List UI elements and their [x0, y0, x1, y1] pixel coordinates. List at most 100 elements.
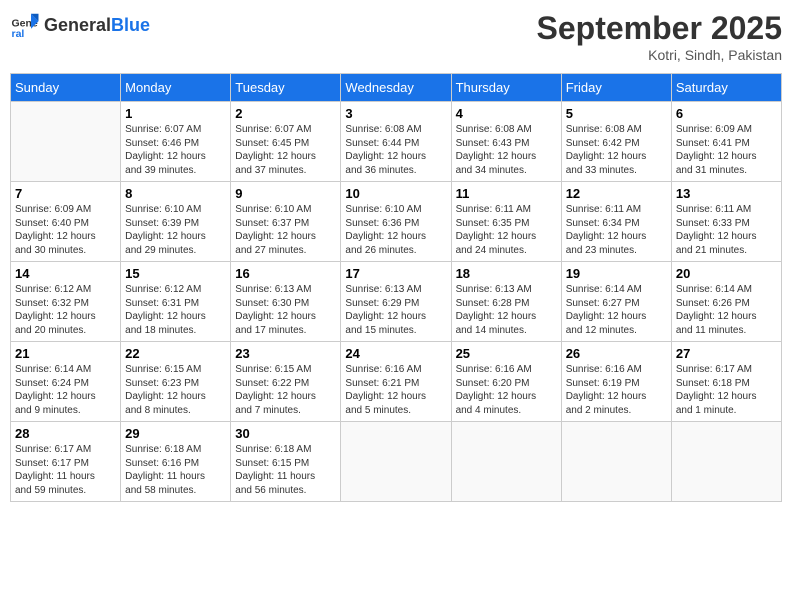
day-detail: Sunrise: 6:13 AM Sunset: 6:30 PM Dayligh… [235, 283, 336, 337]
calendar-cell: 3Sunrise: 6:08 AM Sunset: 6:44 PM Daylig… [341, 102, 451, 182]
calendar-cell: 18 Sunrise: 6:13 AM Sunset: 6:28 PM Dayli… [451, 262, 561, 342]
calendar-week-row: 14 Sunrise: 6:12 AM Sunset: 6:32 PM Dayli… [11, 262, 782, 342]
day-detail: Sunrise: 6:16 AM Sunset: 6:21 PM Dayligh… [345, 363, 446, 417]
day-detail: Sunrise: 6:11 AM Sunset: 6:34 PM Dayligh… [566, 203, 667, 257]
day-number: 8 [125, 186, 226, 201]
calendar-cell: 25 Sunrise: 6:16 AM Sunset: 6:20 PM Dayli… [451, 342, 561, 422]
day-number: 27 [676, 346, 777, 361]
title-block: September 2025 Kotri, Sindh, Pakistan [537, 10, 782, 63]
day-detail: Sunrise: 6:07 AM Sunset: 6:45 PM Dayligh… [235, 123, 336, 177]
col-header-saturday: Saturday [671, 74, 781, 102]
day-number: 14 [15, 266, 116, 281]
day-detail: Sunrise: 6:13 AM Sunset: 6:28 PM Dayligh… [456, 283, 557, 337]
day-detail: Sunrise: 6:09 AM Sunset: 6:41 PM Dayligh… [676, 123, 777, 177]
calendar-cell: 30Sunrise: 6:18 AM Sunset: 6:15 PM Dayli… [231, 422, 341, 502]
day-number: 24 [345, 346, 446, 361]
day-number: 16 [235, 266, 336, 281]
calendar-cell: 19 Sunrise: 6:14 AM Sunset: 6:27 PM Dayli… [561, 262, 671, 342]
day-number: 6 [676, 106, 777, 121]
day-detail: Sunrise: 6:17 AM Sunset: 6:17 PM Dayligh… [15, 443, 116, 497]
calendar-cell [561, 422, 671, 502]
day-number: 19 [566, 266, 667, 281]
calendar-week-row: 28Sunrise: 6:17 AM Sunset: 6:17 PM Dayli… [11, 422, 782, 502]
day-detail: Sunrise: 6:16 AM Sunset: 6:19 PM Dayligh… [566, 363, 667, 417]
day-number: 4 [456, 106, 557, 121]
calendar-cell: 1Sunrise: 6:07 AM Sunset: 6:46 PM Daylig… [121, 102, 231, 182]
day-number: 29 [125, 426, 226, 441]
calendar-cell: 16 Sunrise: 6:13 AM Sunset: 6:30 PM Dayli… [231, 262, 341, 342]
logo: Gene ral GeneralBlue [10, 10, 150, 40]
day-detail: Sunrise: 6:17 AM Sunset: 6:18 PM Dayligh… [676, 363, 777, 417]
calendar-cell: 24 Sunrise: 6:16 AM Sunset: 6:21 PM Dayli… [341, 342, 451, 422]
calendar-cell: 14 Sunrise: 6:12 AM Sunset: 6:32 PM Dayli… [11, 262, 121, 342]
day-number: 21 [15, 346, 116, 361]
day-number: 26 [566, 346, 667, 361]
col-header-friday: Friday [561, 74, 671, 102]
day-number: 15 [125, 266, 226, 281]
calendar-cell: 15 Sunrise: 6:12 AM Sunset: 6:31 PM Dayli… [121, 262, 231, 342]
day-number: 7 [15, 186, 116, 201]
calendar-cell: 27 Sunrise: 6:17 AM Sunset: 6:18 PM Dayli… [671, 342, 781, 422]
day-detail: Sunrise: 6:18 AM Sunset: 6:16 PM Dayligh… [125, 443, 226, 497]
month-year-title: September 2025 [537, 10, 782, 47]
day-number: 22 [125, 346, 226, 361]
calendar-cell: 4 Sunrise: 6:08 AM Sunset: 6:43 PM Daylig… [451, 102, 561, 182]
day-detail: Sunrise: 6:08 AM Sunset: 6:43 PM Dayligh… [456, 123, 557, 177]
col-header-sunday: Sunday [11, 74, 121, 102]
calendar-week-row: 21 Sunrise: 6:14 AM Sunset: 6:24 PM Dayli… [11, 342, 782, 422]
day-number: 2 [235, 106, 336, 121]
calendar-cell: 29 Sunrise: 6:18 AM Sunset: 6:16 PM Dayli… [121, 422, 231, 502]
day-number: 12 [566, 186, 667, 201]
calendar-cell: 11 Sunrise: 6:11 AM Sunset: 6:35 PM Dayli… [451, 182, 561, 262]
calendar-cell: 13Sunrise: 6:11 AM Sunset: 6:33 PM Dayli… [671, 182, 781, 262]
day-number: 20 [676, 266, 777, 281]
calendar-cell [11, 102, 121, 182]
page-header: Gene ral GeneralBlue September 2025 Kotr… [10, 10, 782, 63]
day-detail: Sunrise: 6:10 AM Sunset: 6:39 PM Dayligh… [125, 203, 226, 257]
calendar-cell: 22 Sunrise: 6:15 AM Sunset: 6:23 PM Dayli… [121, 342, 231, 422]
day-number: 3 [345, 106, 446, 121]
calendar-cell: 5 Sunrise: 6:08 AM Sunset: 6:42 PM Daylig… [561, 102, 671, 182]
calendar-cell: 10Sunrise: 6:10 AM Sunset: 6:36 PM Dayli… [341, 182, 451, 262]
day-detail: Sunrise: 6:14 AM Sunset: 6:26 PM Dayligh… [676, 283, 777, 337]
calendar-week-row: 7Sunrise: 6:09 AM Sunset: 6:40 PM Daylig… [11, 182, 782, 262]
day-detail: Sunrise: 6:15 AM Sunset: 6:23 PM Dayligh… [125, 363, 226, 417]
day-number: 25 [456, 346, 557, 361]
calendar-cell [671, 422, 781, 502]
day-detail: Sunrise: 6:18 AM Sunset: 6:15 PM Dayligh… [235, 443, 336, 497]
day-number: 11 [456, 186, 557, 201]
calendar-cell [451, 422, 561, 502]
col-header-wednesday: Wednesday [341, 74, 451, 102]
day-detail: Sunrise: 6:10 AM Sunset: 6:37 PM Dayligh… [235, 203, 336, 257]
calendar-cell: 20 Sunrise: 6:14 AM Sunset: 6:26 PM Dayli… [671, 262, 781, 342]
day-number: 18 [456, 266, 557, 281]
location-subtitle: Kotri, Sindh, Pakistan [537, 47, 782, 63]
calendar-cell: 7Sunrise: 6:09 AM Sunset: 6:40 PM Daylig… [11, 182, 121, 262]
day-detail: Sunrise: 6:13 AM Sunset: 6:29 PM Dayligh… [345, 283, 446, 337]
calendar-table: SundayMondayTuesdayWednesdayThursdayFrid… [10, 73, 782, 502]
svg-text:ral: ral [12, 28, 25, 40]
day-number: 1 [125, 106, 226, 121]
day-detail: Sunrise: 6:12 AM Sunset: 6:32 PM Dayligh… [15, 283, 116, 337]
day-detail: Sunrise: 6:10 AM Sunset: 6:36 PM Dayligh… [345, 203, 446, 257]
calendar-cell: 26 Sunrise: 6:16 AM Sunset: 6:19 PM Dayli… [561, 342, 671, 422]
day-detail: Sunrise: 6:14 AM Sunset: 6:27 PM Dayligh… [566, 283, 667, 337]
calendar-cell: 28Sunrise: 6:17 AM Sunset: 6:17 PM Dayli… [11, 422, 121, 502]
day-detail: Sunrise: 6:08 AM Sunset: 6:42 PM Dayligh… [566, 123, 667, 177]
day-detail: Sunrise: 6:12 AM Sunset: 6:31 PM Dayligh… [125, 283, 226, 337]
logo-wordmark: GeneralBlue [44, 15, 150, 36]
day-number: 9 [235, 186, 336, 201]
calendar-cell: 9 Sunrise: 6:10 AM Sunset: 6:37 PM Daylig… [231, 182, 341, 262]
calendar-cell: 12 Sunrise: 6:11 AM Sunset: 6:34 PM Dayli… [561, 182, 671, 262]
day-detail: Sunrise: 6:11 AM Sunset: 6:35 PM Dayligh… [456, 203, 557, 257]
calendar-header-row: SundayMondayTuesdayWednesdayThursdayFrid… [11, 74, 782, 102]
day-detail: Sunrise: 6:11 AM Sunset: 6:33 PM Dayligh… [676, 203, 777, 257]
day-detail: Sunrise: 6:15 AM Sunset: 6:22 PM Dayligh… [235, 363, 336, 417]
logo-general: General [44, 15, 111, 35]
day-number: 5 [566, 106, 667, 121]
day-detail: Sunrise: 6:16 AM Sunset: 6:20 PM Dayligh… [456, 363, 557, 417]
logo-icon: Gene ral [10, 10, 40, 40]
calendar-cell: 6 Sunrise: 6:09 AM Sunset: 6:41 PM Daylig… [671, 102, 781, 182]
day-detail: Sunrise: 6:14 AM Sunset: 6:24 PM Dayligh… [15, 363, 116, 417]
calendar-cell [341, 422, 451, 502]
